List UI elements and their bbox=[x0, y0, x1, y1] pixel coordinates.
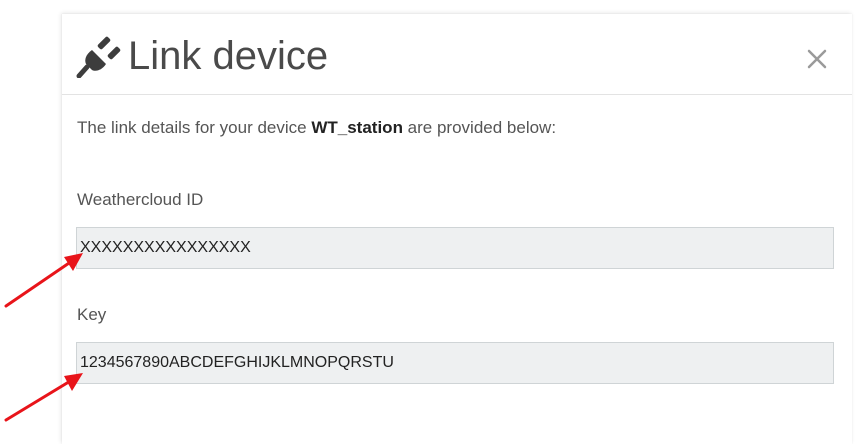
plug-icon bbox=[76, 36, 121, 78]
dialog-title: Link device bbox=[128, 34, 329, 78]
weathercloud-id-field[interactable] bbox=[76, 227, 834, 269]
key-field[interactable] bbox=[76, 342, 834, 384]
intro-text: The link details for your device WT_stat… bbox=[77, 118, 556, 138]
dialog-header: Link device bbox=[62, 14, 852, 95]
intro-prefix: The link details for your device bbox=[77, 118, 312, 137]
link-device-dialog: Link device The link details for your de… bbox=[62, 14, 852, 444]
weathercloud-id-label: Weathercloud ID bbox=[77, 190, 204, 209]
key-label: Key bbox=[77, 305, 107, 324]
intro-suffix: are provided below: bbox=[402, 118, 557, 137]
close-icon[interactable] bbox=[802, 44, 832, 74]
device-name: WT_station bbox=[311, 118, 403, 137]
